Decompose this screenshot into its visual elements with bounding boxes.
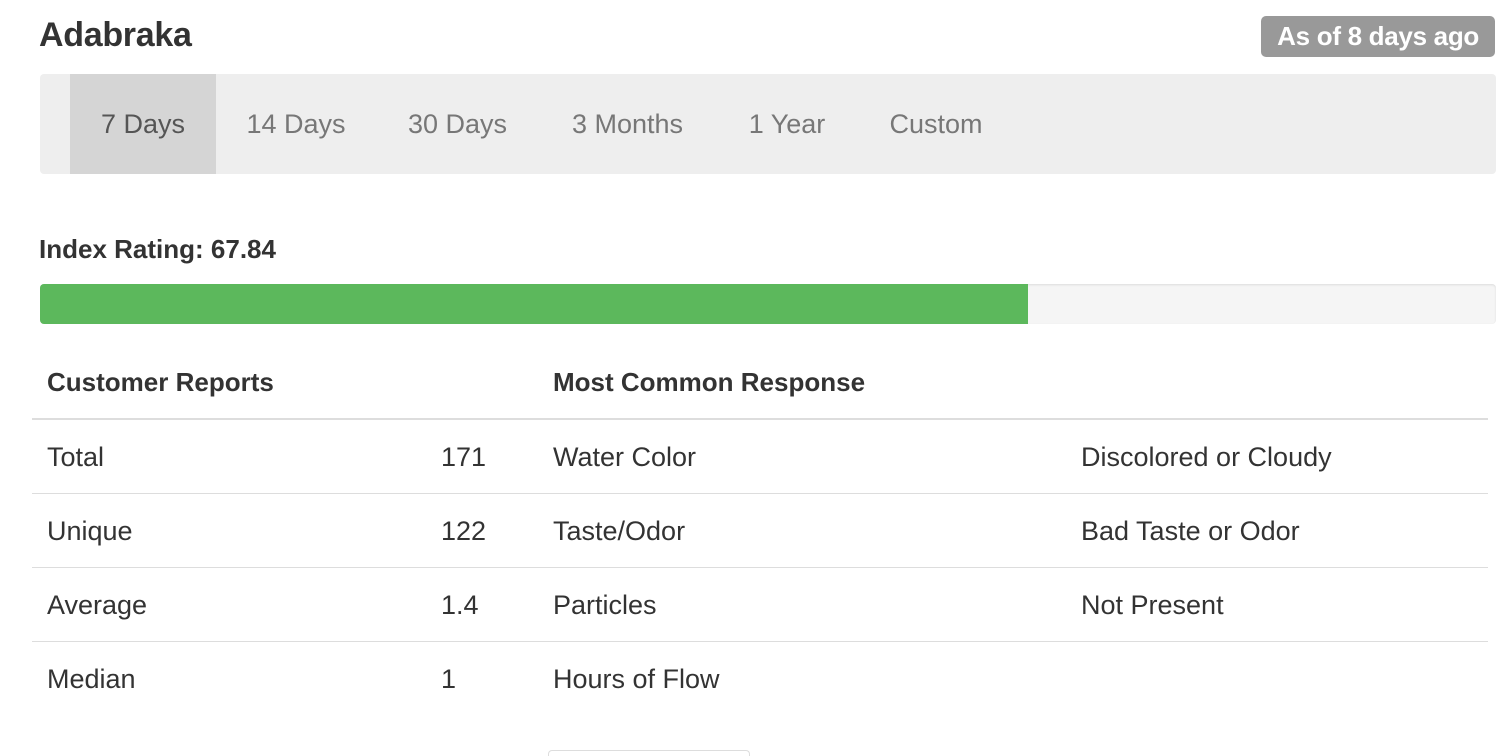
stat-value: 171 — [441, 442, 487, 472]
index-rating-progress-fill — [40, 284, 1028, 324]
tab-1-year[interactable]: 1 Year — [716, 74, 858, 174]
table-row: Total 171 Water Color Discolored or Clou… — [32, 420, 1488, 493]
location-title: Adabraka — [39, 16, 192, 54]
customer-reports-table: Customer Reports Most Common Response To… — [32, 345, 1488, 715]
station-summary-page: Adabraka As of 8 days ago 7 Days 14 Days… — [0, 0, 1510, 756]
table-row: Unique 122 Taste/Odor Bad Taste or Odor — [32, 493, 1488, 567]
table-header-row: Customer Reports Most Common Response — [32, 345, 1488, 420]
tab-custom[interactable]: Custom — [858, 74, 1014, 174]
response-category: Water Color — [553, 442, 697, 472]
tab-30-days[interactable]: 30 Days — [376, 74, 539, 174]
tab-7-days[interactable]: 7 Days — [70, 74, 216, 174]
stat-value: 1 — [441, 664, 457, 694]
index-rating-progress-bar — [40, 284, 1496, 324]
response-value: Not Present — [1081, 590, 1224, 620]
stat-label: Average — [47, 590, 148, 620]
response-category: Hours of Flow — [553, 664, 720, 694]
response-category: Particles — [553, 590, 657, 620]
stat-label: Unique — [47, 516, 133, 546]
stat-label: Median — [47, 664, 136, 694]
tab-3-months[interactable]: 3 Months — [539, 74, 716, 174]
customer-reports-header: Customer Reports — [47, 367, 274, 397]
time-range-nav: 7 Days 14 Days 30 Days 3 Months 1 Year C… — [40, 74, 1496, 174]
response-value: Bad Taste or Odor — [1081, 516, 1300, 546]
table-row: Average 1.4 Particles Not Present — [32, 567, 1488, 641]
last-updated-badge: As of 8 days ago — [1261, 16, 1495, 57]
stat-value: 1.4 — [441, 590, 479, 620]
index-rating-label: Index Rating: 67.84 — [39, 234, 276, 264]
response-value: Discolored or Cloudy — [1081, 442, 1332, 472]
header: Adabraka As of 8 days ago — [39, 14, 1495, 60]
table-row: Median 1 Hours of Flow — [32, 641, 1488, 715]
most-common-response-header: Most Common Response — [553, 367, 866, 397]
stat-label: Total — [47, 442, 105, 472]
response-category: Taste/Odor — [553, 516, 686, 546]
next-section-tab[interactable] — [548, 750, 750, 756]
stat-value: 122 — [441, 516, 487, 546]
tab-14-days[interactable]: 14 Days — [216, 74, 376, 174]
